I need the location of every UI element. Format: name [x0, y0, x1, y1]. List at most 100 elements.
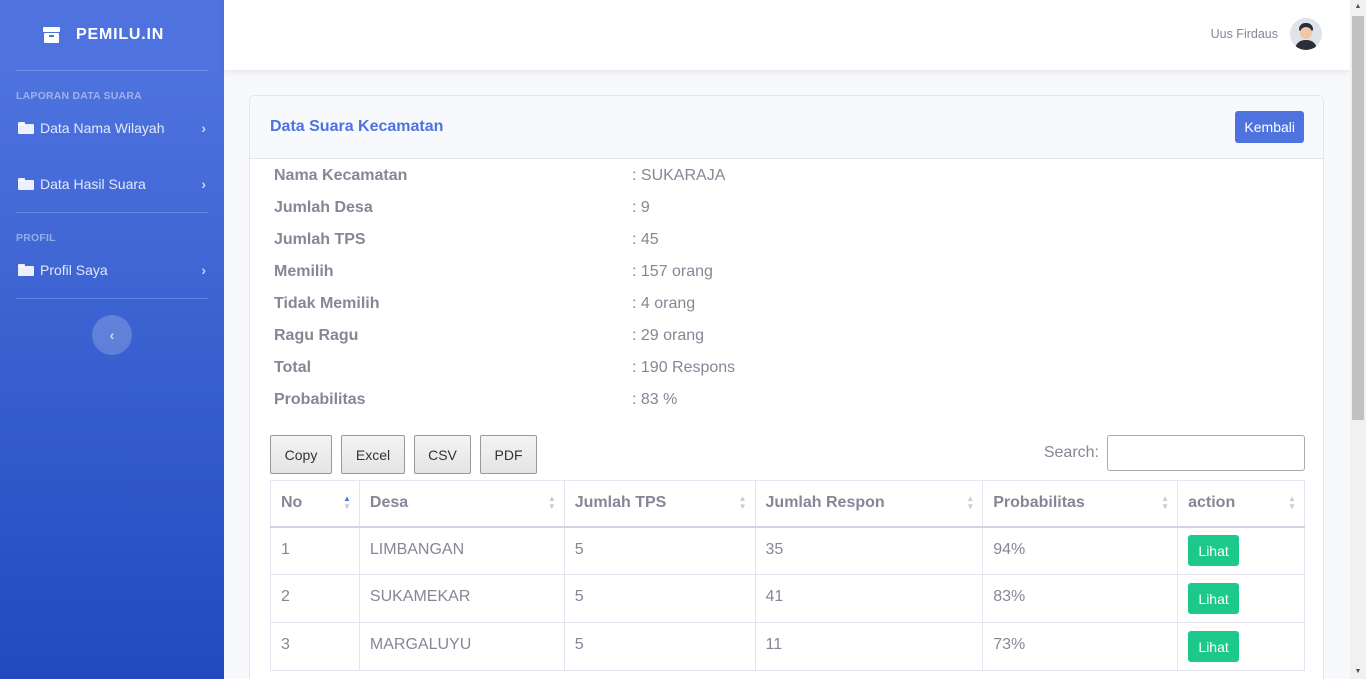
scroll-up-icon[interactable]: ▲ — [1350, 0, 1366, 14]
sort-icon: ▲ ▼ — [1288, 494, 1296, 511]
sidebar-heading-laporan: LAPORAN DATA SUARA — [16, 90, 142, 102]
column-header-jumlah-tps[interactable]: Jumlah TPS ▲ ▼ — [563, 480, 756, 528]
back-button[interactable]: Kembali — [1235, 111, 1304, 143]
table-row: 2 SUKAMEKAR 5 41 83% Lihat — [270, 574, 1305, 623]
cell-probabilitas: 83% — [982, 574, 1179, 623]
sidebar-item-profil-saya[interactable]: Profil Saya › — [0, 250, 224, 290]
column-header-jumlah-respon[interactable]: Jumlah Respon ▲ ▼ — [754, 480, 984, 528]
copy-button[interactable]: Copy — [270, 435, 332, 474]
cell-no: 3 — [270, 622, 360, 671]
brand[interactable]: PEMILU.IN — [0, 0, 224, 70]
cell-jumlah-respon: 35 — [754, 526, 984, 575]
scrollbar[interactable]: ▲ ▼ — [1350, 0, 1366, 679]
info-value: : 83 % — [632, 391, 678, 408]
info-label: Memilih — [274, 263, 334, 280]
lihat-button[interactable]: Lihat — [1188, 631, 1240, 662]
column-header-no[interactable]: No ▲ ▼ — [270, 480, 360, 528]
excel-button[interactable]: Excel — [341, 435, 405, 474]
search-box: Search: — [1044, 435, 1305, 471]
column-label: Desa — [369, 494, 409, 512]
user-menu[interactable]: Uus Firdaus — [1211, 18, 1322, 50]
sort-icon: ▲ ▼ — [1161, 494, 1170, 511]
brand-name: PEMILU.IN — [76, 26, 165, 43]
chevron-right-icon: › — [201, 120, 206, 136]
column-header-desa[interactable]: Desa ▲ ▼ — [358, 480, 565, 528]
sidebar-item-label: Profil Saya — [40, 262, 108, 278]
cell-jumlah-respon: 11 — [754, 622, 984, 671]
cell-jumlah-tps: 5 — [563, 622, 756, 671]
info-row: Probabilitas : 83 % — [274, 384, 874, 416]
info-row: Jumlah Desa : 9 — [274, 192, 874, 224]
info-label: Ragu Ragu — [274, 327, 359, 344]
csv-button[interactable]: CSV — [414, 435, 471, 474]
table-row: 1 LIMBANGAN 5 35 94% Lihat — [270, 526, 1305, 575]
scroll-down-icon[interactable]: ▼ — [1350, 665, 1366, 679]
cell-action: Lihat — [1177, 622, 1305, 671]
sidebar: PEMILU.IN LAPORAN DATA SUARA Data Nama W… — [0, 0, 224, 679]
cell-jumlah-respon: 41 — [754, 574, 984, 623]
sidebar-item-data-nama-wilayah[interactable]: Data Nama Wilayah › — [0, 108, 224, 148]
info-row: Memilih: 157 orang — [274, 256, 874, 288]
sidebar-divider — [16, 212, 208, 213]
sidebar-item-label: Data Hasil Suara — [40, 176, 146, 192]
chevron-right-icon: › — [201, 262, 206, 278]
info-label: Nama Kecamatan — [274, 167, 408, 184]
column-label: action — [1188, 494, 1236, 512]
user-name: Uus Firdaus — [1210, 27, 1278, 41]
topbar: Uus Firdaus — [224, 0, 1350, 70]
info-row: Jumlah TPS: 45 — [274, 224, 874, 256]
sidebar-toggle-button[interactable]: ‹ — [92, 315, 132, 355]
sort-ascending-icon: ▲ ▼ — [342, 494, 351, 511]
cell-jumlah-tps: 5 — [563, 574, 756, 623]
sort-icon: ▲ ▼ — [547, 494, 556, 511]
info-value: : 9 — [632, 199, 650, 216]
info-value: : 29 orang — [632, 327, 705, 344]
cell-probabilitas: 94% — [982, 526, 1179, 575]
info-label: Jumlah Desa — [274, 199, 373, 216]
cell-action: Lihat — [1177, 574, 1305, 623]
cell-no: 2 — [270, 574, 360, 623]
sidebar-divider — [16, 298, 208, 299]
info-value: : 4 orang — [632, 295, 696, 312]
column-header-action[interactable]: action ▲ ▼ — [1177, 480, 1305, 528]
info-label: Probabilitas — [274, 391, 366, 408]
pdf-button[interactable]: PDF — [480, 435, 537, 474]
avatar — [1290, 18, 1322, 50]
info-label: Tidak Memilih — [274, 295, 380, 312]
info-row: Tidak Memilih : 4 orang — [274, 288, 874, 320]
info-value: : SUKARAJA — [632, 167, 726, 184]
info-row: Nama Kecamatan : SUKARAJA — [274, 160, 874, 192]
chevron-left-icon: ‹ — [109, 327, 115, 343]
lihat-button[interactable]: Lihat — [1188, 583, 1240, 614]
sidebar-heading-profil: PROFIL — [16, 232, 56, 244]
sidebar-item-data-hasil-suara[interactable]: Data Hasil Suara › — [0, 164, 224, 204]
cell-no: 1 — [270, 526, 360, 575]
table-header-row: No ▲ ▼ Desa ▲ ▼ Jumlah TPS ▲ ▼ Jumlah Respon ▲ ▼… — [270, 480, 1305, 528]
lihat-button[interactable]: Lihat — [1188, 535, 1240, 567]
info-value: : 45 — [632, 231, 659, 248]
scrollbar-thumb[interactable] — [1352, 16, 1364, 420]
cell-desa: SUKAMEKAR — [358, 574, 565, 623]
folder-icon — [18, 264, 34, 276]
card-title: Data Suara Kecamatan — [270, 118, 444, 135]
column-label: No — [281, 494, 303, 512]
table-tools: Copy Excel CSV PDF Search: — [270, 435, 1305, 475]
sidebar-item-label: Data Nama Wilayah — [40, 120, 165, 136]
info-label: Total — [274, 359, 312, 376]
folder-icon — [18, 122, 34, 134]
column-header-probabilitas[interactable]: Probabilitas ▲ ▼ — [982, 480, 1179, 528]
info-value: : 190 Respons — [632, 359, 736, 376]
cell-probabilitas: 73% — [982, 622, 1179, 671]
cell-jumlah-tps: 5 — [563, 526, 756, 575]
archive-box-icon — [43, 27, 60, 43]
column-label: Jumlah TPS — [574, 494, 667, 512]
sidebar-divider — [16, 70, 208, 71]
info-row: Ragu Ragu : 29 orang — [274, 320, 874, 352]
data-card: Data Suara Kecamatan Kembali Nama Kecama… — [249, 95, 1324, 679]
search-label: Search: — [1043, 444, 1099, 461]
column-label: Jumlah Respon — [765, 494, 885, 512]
table-row: 3 MARGALUYU 5 11 73% Lihat — [270, 622, 1305, 671]
search-input[interactable] — [1107, 435, 1305, 471]
column-label: Probabilitas — [993, 494, 1085, 512]
info-list: Nama Kecamatan: SUKARAJA Jumlah Desa: 9 … — [274, 160, 874, 416]
